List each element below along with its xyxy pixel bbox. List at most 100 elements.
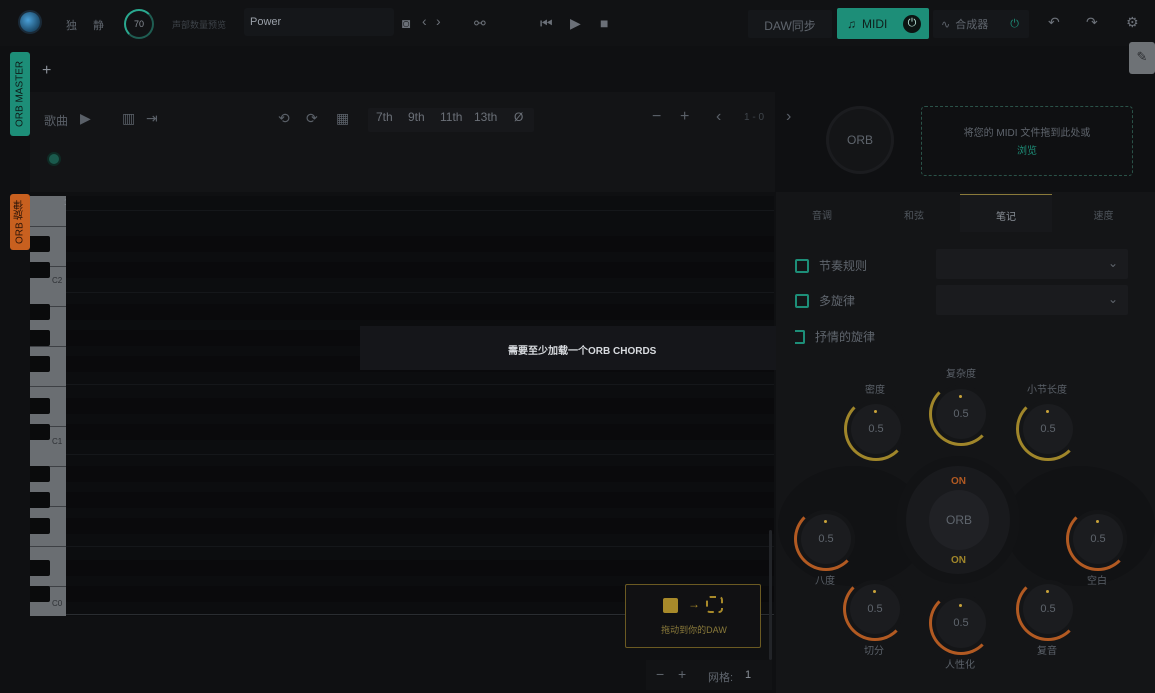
black-key[interactable] <box>30 262 50 278</box>
vertical-scrollbar[interactable] <box>769 530 772 660</box>
drag-to-daw-box[interactable]: → 拖动到你的DAW <box>625 584 761 648</box>
zoom-out-icon[interactable]: − <box>652 108 661 126</box>
white-key[interactable] <box>30 546 66 547</box>
tab-orb-master[interactable]: ORB MASTER <box>10 52 30 136</box>
next-preset-icon[interactable]: › <box>436 14 441 28</box>
add-track-icon[interactable]: + <box>42 62 51 80</box>
black-key[interactable] <box>30 466 50 482</box>
grid-row <box>66 466 774 482</box>
black-key[interactable] <box>30 330 50 346</box>
daw-sync-button[interactable]: DAW同步 <box>748 10 832 38</box>
grid-row <box>66 304 774 320</box>
grid-zoom-out-button[interactable]: − <box>656 666 664 682</box>
grid-zoom-in-button[interactable]: + <box>678 666 686 682</box>
tab-notes[interactable]: 笔记 <box>960 194 1052 232</box>
chip-9th[interactable]: 9th <box>408 110 425 130</box>
density-knob[interactable]: 0.5 <box>844 397 908 461</box>
complexity-knob[interactable]: 0.5 <box>929 382 993 446</box>
chevron-down-icon: ⌄ <box>1107 292 1118 306</box>
mute-button[interactable]: 静 <box>93 17 104 33</box>
toggle-box[interactable] <box>795 329 805 344</box>
midi-button[interactable]: ♫ MIDI ⏻ <box>837 8 929 39</box>
user-avatar[interactable]: ✎ <box>1129 42 1155 74</box>
black-key[interactable] <box>30 236 50 252</box>
zoom-in-icon[interactable]: + <box>680 108 689 126</box>
humanize-knob[interactable]: 0.5 <box>929 591 993 655</box>
orb-knob[interactable]: ORB <box>826 106 894 174</box>
poly-melody-select[interactable]: ⌄ <box>936 285 1128 315</box>
grid-line <box>66 210 774 211</box>
orb-center-button[interactable]: ORB <box>929 490 989 550</box>
chip-13th[interactable]: 13th <box>474 110 497 130</box>
black-key[interactable] <box>30 492 50 508</box>
polyphony-knob[interactable]: 0.5 <box>1016 577 1080 641</box>
syncopation-knob[interactable]: 0.5 <box>843 577 907 641</box>
page-prev-icon[interactable]: ‹ <box>716 108 721 126</box>
checkbox-box[interactable] <box>795 293 809 308</box>
grid-row <box>66 492 774 508</box>
browse-link[interactable]: 浏览 <box>922 143 1132 161</box>
prev-preset-icon[interactable]: ‹ <box>422 14 427 28</box>
stop-icon[interactable]: ■ <box>600 16 608 30</box>
chip-11th[interactable]: 11th <box>440 110 462 130</box>
refresh-icon[interactable]: ⟳ <box>306 110 318 127</box>
octave-knob[interactable]: 0.5 <box>794 507 858 571</box>
loop-icon[interactable]: ⟲ <box>278 110 290 127</box>
export-icon[interactable]: ⇥ <box>146 110 158 127</box>
black-key[interactable] <box>30 356 50 372</box>
white-key[interactable] <box>30 346 66 347</box>
synth-power-icon[interactable]: ⏻ <box>1010 18 1019 31</box>
rhythm-rule-select[interactable]: ⌄ <box>936 249 1128 279</box>
bar-length-knob[interactable]: 0.5 <box>1016 397 1080 461</box>
orb-on-bottom-label[interactable]: ON <box>951 555 966 566</box>
white-key[interactable] <box>30 226 66 227</box>
checkbox-box[interactable] <box>795 258 809 273</box>
space-knob[interactable]: 0.5 <box>1066 507 1130 571</box>
tab-key[interactable]: 音调 <box>776 194 868 232</box>
black-key[interactable] <box>30 586 50 602</box>
black-key[interactable] <box>30 304 50 320</box>
grid-icon[interactable]: ▦ <box>336 110 349 127</box>
tab-tempo[interactable]: 速度 <box>1052 194 1155 232</box>
skip-back-icon[interactable]: ⏮ <box>540 16 553 30</box>
black-key[interactable] <box>30 398 50 414</box>
piano-keys-icon[interactable]: ▥ <box>122 110 135 127</box>
chip-half-diminished[interactable]: Ø <box>514 110 523 130</box>
orb-on-top-label[interactable]: ON <box>951 476 966 487</box>
song-label: 歌曲 <box>44 114 69 128</box>
solo-button[interactable]: 独 <box>66 17 77 33</box>
chip-7th[interactable]: 7th <box>376 110 393 130</box>
grid-zoom-bar: − + 网格: 1 <box>646 660 772 690</box>
play-icon[interactable]: ▶ <box>570 16 581 30</box>
midi-power-icon[interactable]: ⏻ <box>903 14 921 33</box>
preset-name-field[interactable]: Power <box>244 8 394 36</box>
piano-keyboard[interactable]: C2 C1 C0 <box>30 196 66 616</box>
drag-to-daw-label: 拖动到你的DAW <box>661 625 727 635</box>
note-grid[interactable] <box>66 196 774 616</box>
tab-orb-melody[interactable]: ORB 旋律 <box>10 194 30 250</box>
lyrical-melody-label: 抒情的旋律 <box>815 330 876 344</box>
undo-icon[interactable]: ↶ <box>1048 15 1060 29</box>
volume-knob[interactable]: 70 <box>124 9 154 39</box>
grid-value[interactable]: 1 <box>745 669 751 681</box>
song-play-icon[interactable]: ▶ <box>80 110 91 127</box>
syncopation-label: 切分 <box>864 646 884 657</box>
settings-gear-icon[interactable]: ⚙ <box>1126 15 1139 29</box>
redo-icon[interactable]: ↷ <box>1086 15 1098 29</box>
add-chord-icon[interactable] <box>49 154 59 164</box>
white-key[interactable] <box>30 386 66 387</box>
grid-label: 网格: <box>708 672 734 684</box>
black-key[interactable] <box>30 560 50 576</box>
rhythm-rule-checkbox[interactable]: 节奏规则 <box>795 257 867 274</box>
tab-chords[interactable]: 和弦 <box>868 194 960 232</box>
page-next-icon[interactable]: › <box>786 108 791 126</box>
black-key[interactable] <box>30 518 50 534</box>
synth-label: 合成器 <box>955 19 989 31</box>
synth-button[interactable]: ∿ 合成器 ⏻ <box>933 10 1029 38</box>
midi-drop-zone[interactable]: 将您的 MIDI 文件拖到此处或 浏览 <box>921 106 1133 176</box>
camera-icon[interactable]: ◙ <box>402 16 410 30</box>
lyrical-melody-toggle[interactable]: 抒情的旋律 <box>795 328 875 345</box>
link-icon[interactable]: ⚯ <box>474 16 486 30</box>
poly-melody-checkbox[interactable]: 多旋律 <box>795 292 855 309</box>
black-key[interactable] <box>30 424 50 440</box>
